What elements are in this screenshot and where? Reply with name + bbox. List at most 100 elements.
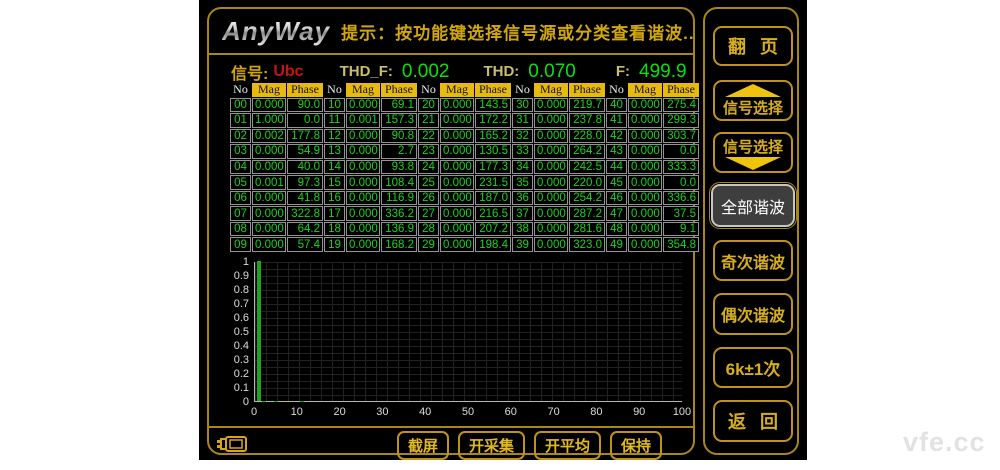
y-axis-tick-label: 0.6 xyxy=(209,312,249,324)
table-header-cell: No xyxy=(606,83,627,97)
page-turn-label-left: 翻 xyxy=(728,33,746,59)
table-cell: 0.000 xyxy=(252,222,286,237)
frequency-value: 499.9 xyxy=(639,61,687,83)
table-cell: 231.5 xyxy=(475,175,511,190)
odd-harmonics-button[interactable]: 奇次谐波 xyxy=(713,240,793,281)
harmonics-chart-plot xyxy=(254,262,682,402)
table-cell: 0.0 xyxy=(663,175,699,190)
table-cell: 42 xyxy=(606,129,627,144)
table-cell: 322.8 xyxy=(287,206,323,221)
table-cell: 03 xyxy=(230,144,251,159)
return-button[interactable]: 返 回 xyxy=(713,400,793,442)
table-cell: 35 xyxy=(512,175,533,190)
table-cell: 0.000 xyxy=(534,237,568,252)
start-averaging-button[interactable]: 开平均 xyxy=(534,431,601,460)
table-cell: 177.3 xyxy=(475,160,511,175)
table-cell: 0.000 xyxy=(346,206,380,221)
table-cell: 0.000 xyxy=(534,206,568,221)
table-cell: 90.0 xyxy=(287,98,323,113)
table-cell: 254.2 xyxy=(569,191,605,206)
table-cell: 17 xyxy=(324,206,345,221)
table-cell: 275.4 xyxy=(663,98,699,113)
table-row: 080.00064.2180.000136.9280.000207.2380.0… xyxy=(230,222,699,237)
table-cell: 05 xyxy=(230,175,251,190)
table-row: 070.000322.8170.000336.2270.000216.5370.… xyxy=(230,206,699,221)
table-header-cell: Mag xyxy=(628,83,662,97)
table-cell: 136.9 xyxy=(381,222,417,237)
table-header-cell: No xyxy=(324,83,345,97)
table-cell: 0.000 xyxy=(534,175,568,190)
six-k-plus-minus-one-button[interactable]: 6k±1次 xyxy=(713,347,793,388)
table-header-cell: Mag xyxy=(252,83,286,97)
table-cell: 2.7 xyxy=(381,144,417,159)
table-cell: 97.3 xyxy=(287,175,323,190)
table-cell: 30 xyxy=(512,98,533,113)
page-turn-button[interactable]: 翻 页 xyxy=(713,26,793,66)
table-cell: 40 xyxy=(606,98,627,113)
table-cell: 0.000 xyxy=(252,237,286,252)
signal-select-up-button[interactable]: 信号选择 xyxy=(713,80,793,121)
table-cell: 0.000 xyxy=(628,222,662,237)
table-cell: 49 xyxy=(606,237,627,252)
table-cell: 0.000 xyxy=(440,129,474,144)
signal-select-down-button[interactable]: 信号选择 xyxy=(713,132,793,173)
thdf-label: THD_F: xyxy=(340,63,393,80)
table-cell: 0.001 xyxy=(252,175,286,190)
table-cell: 333.3 xyxy=(663,160,699,175)
table-header-row: NoMagPhaseNoMagPhaseNoMagPhaseNoMagPhase… xyxy=(230,83,699,97)
y-axis-tick-label: 0.5 xyxy=(209,326,249,338)
thd-value: 0.070 xyxy=(528,61,576,83)
table-cell: 0.000 xyxy=(252,206,286,221)
table-cell: 12 xyxy=(324,129,345,144)
table-cell: 14 xyxy=(324,160,345,175)
table-cell: 29 xyxy=(418,237,439,252)
table-cell: 130.5 xyxy=(475,144,511,159)
table-cell: 09 xyxy=(230,237,251,252)
usb-storage-icon xyxy=(215,435,249,453)
arrow-down-icon xyxy=(725,157,781,170)
table-cell: 64.2 xyxy=(287,222,323,237)
table-row: 020.002177.8120.00090.8220.000165.2320.0… xyxy=(230,129,699,144)
table-header-cell: Phase xyxy=(381,83,417,97)
page-turn-label-right: 页 xyxy=(760,33,778,59)
function-key-panel: 翻 页 信号选择 信号选择 全部谐波 奇次谐波 偶次谐波 6k±1次 返 回 xyxy=(703,7,799,455)
table-cell: 0.001 xyxy=(346,113,380,128)
table-cell: 46 xyxy=(606,191,627,206)
table-cell: 177.8 xyxy=(287,129,323,144)
y-axis-tick-label: 0.2 xyxy=(209,368,249,380)
table-cell: 69.1 xyxy=(381,98,417,113)
table-cell: 20 xyxy=(418,98,439,113)
y-axis-tick-label: 0.7 xyxy=(209,298,249,310)
table-cell: 0.000 xyxy=(628,160,662,175)
table-cell: 0.000 xyxy=(440,222,474,237)
x-axis-tick-label: 40 xyxy=(411,406,439,418)
table-cell: 34 xyxy=(512,160,533,175)
table-cell: 0.000 xyxy=(252,144,286,159)
x-axis-tick-label: 60 xyxy=(497,406,525,418)
table-cell: 0.000 xyxy=(346,175,380,190)
table-cell: 33 xyxy=(512,144,533,159)
table-cell: 0.000 xyxy=(440,113,474,128)
table-cell: 0.000 xyxy=(440,191,474,206)
table-cell: 40.0 xyxy=(287,160,323,175)
table-header-cell: No xyxy=(418,83,439,97)
table-cell: 207.2 xyxy=(475,222,511,237)
table-cell: 43 xyxy=(606,144,627,159)
table-header-cell: Phase xyxy=(475,83,511,97)
screenshot-button[interactable]: 截屏 xyxy=(397,431,449,460)
table-cell: 15 xyxy=(324,175,345,190)
signal-select-down-label: 信号选择 xyxy=(723,136,783,157)
y-axis-tick-label: 1 xyxy=(209,256,249,268)
start-acquisition-button[interactable]: 开采集 xyxy=(458,431,525,460)
y-axis-tick-label: 0.4 xyxy=(209,340,249,352)
table-cell: 25 xyxy=(418,175,439,190)
hold-button[interactable]: 保持 xyxy=(610,431,662,460)
all-harmonics-button[interactable]: 全部谐波 xyxy=(711,184,795,227)
table-cell: 242.5 xyxy=(569,160,605,175)
x-axis-tick-label: 50 xyxy=(454,406,482,418)
even-harmonics-button[interactable]: 偶次谐波 xyxy=(713,293,793,335)
table-header-cell: Phase xyxy=(287,83,323,97)
table-cell: 22 xyxy=(418,129,439,144)
table-cell: 0.000 xyxy=(628,206,662,221)
table-cell: 220.0 xyxy=(569,175,605,190)
